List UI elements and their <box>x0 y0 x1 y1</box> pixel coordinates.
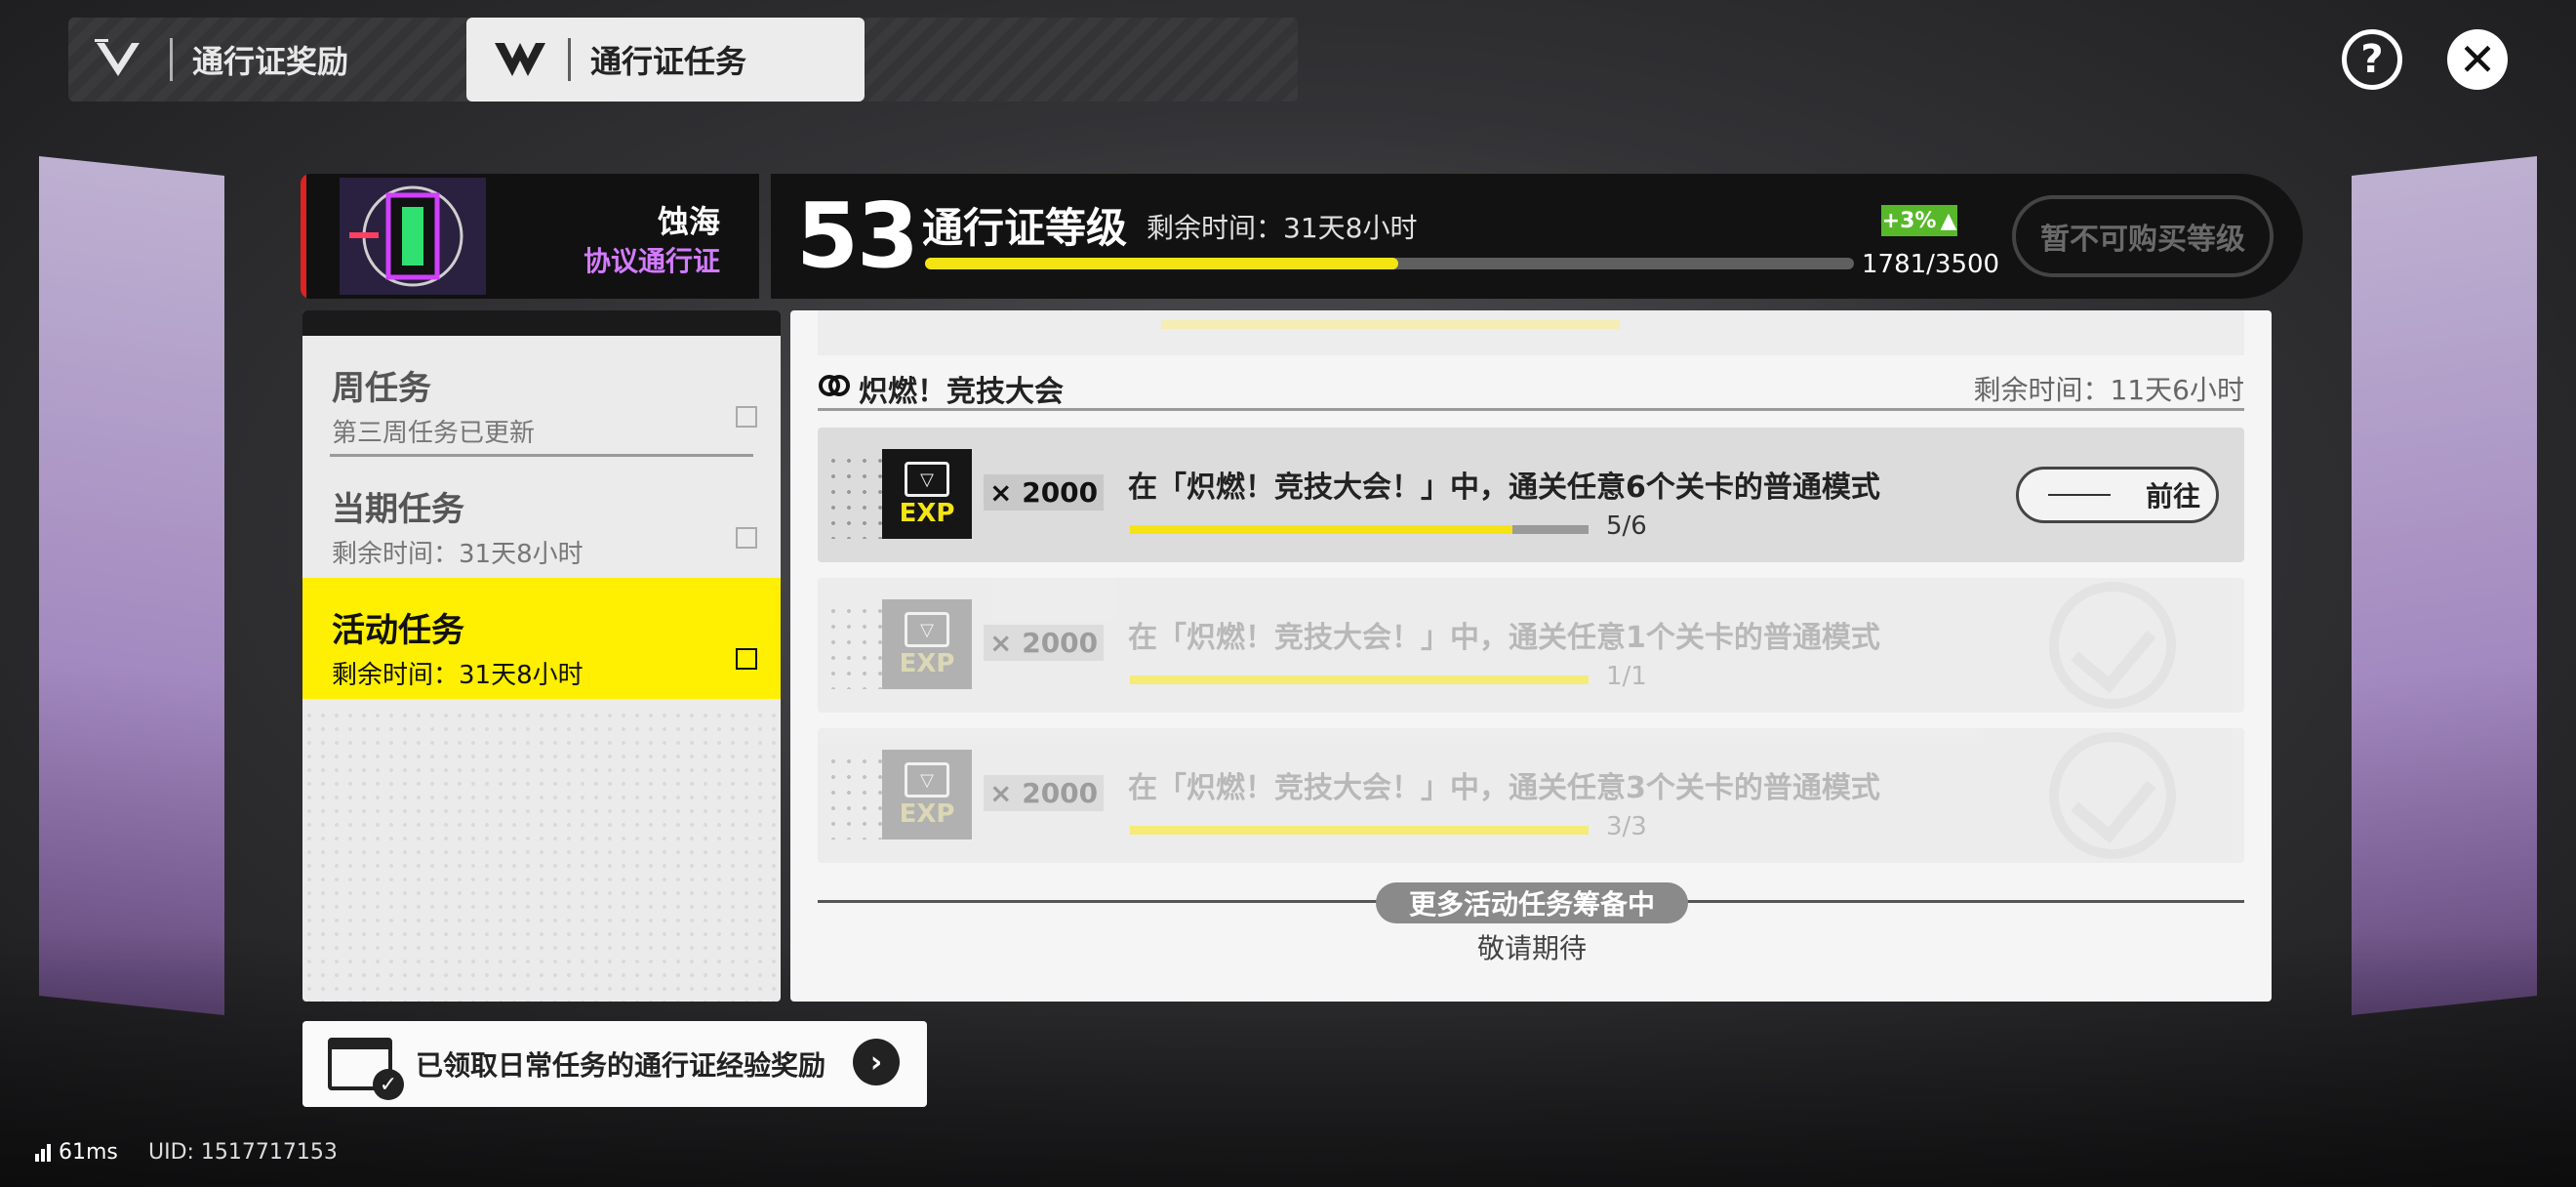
category-title: 活动任务 <box>332 611 464 650</box>
reward-quantity: × 2000 <box>984 474 1105 511</box>
category-current-period[interactable]: 当期任务 剩余时间：31天8小时 <box>302 457 781 578</box>
tab-label: 通行证奖励 <box>192 43 349 80</box>
mission-description: 在「炽燃！竞技大会！」中，通关任意1个关卡的普通模式 <box>1128 621 1880 655</box>
category-panel-dot-pattern <box>302 709 781 1002</box>
category-event[interactable]: 活动任务 剩余时间：31天8小时 <box>302 578 781 699</box>
mission-row: ▽ EXP × 2000 在「炽燃！竞技大会！」中，通关任意6个关卡的普通模式 … <box>818 428 2244 562</box>
category-subtitle: 剩余时间：31天8小时 <box>332 661 584 690</box>
daily-reward-text: 已领取日常任务的通行证经验奖励 <box>416 1049 826 1082</box>
mission-row: ▽ EXP × 2000 在「炽燃！竞技大会！」中，通关任意1个关卡的普通模式 … <box>818 578 2244 713</box>
daily-reward-notice[interactable]: 已领取日常任务的通行证经验奖励 › <box>302 1021 927 1107</box>
mission-progress-bar <box>1130 525 1589 534</box>
pass-logo-icon <box>88 32 156 87</box>
mission-list-panel[interactable]: 炽燃！竞技大会 剩余时间：11天6小时 ▽ EXP × 2000 在「炽燃！竞技… <box>790 310 2272 1002</box>
tab-label: 通行证任务 <box>590 43 747 80</box>
chevron-right-icon[interactable]: › <box>853 1039 900 1085</box>
event-remaining-time: 剩余时间：11天6小时 <box>1973 374 2244 406</box>
pass-type: 协议通行证 <box>583 245 720 277</box>
mission-row: ▽ EXP × 2000 在「炽燃！竞技大会！」中，通关任意3个关卡的普通模式 … <box>818 728 2244 863</box>
event-title: 炽燃！竞技大会 <box>859 375 1064 409</box>
pass-remaining-time: 剩余时间：31天8小时 <box>1147 212 1418 244</box>
pass-level-bar: 53 通行证等级 剩余时间：31天8小时 +3% ▲ 1781/3500 暂不可… <box>771 174 2303 299</box>
calendar-check-icon <box>328 1038 404 1100</box>
exp-bonus-badge: +3% ▲ <box>1881 205 1957 236</box>
buy-level-button[interactable]: 暂不可购买等级 <box>2012 195 2274 277</box>
pass-badge-icon: ▽ <box>905 762 949 798</box>
close-icon: ✕ <box>2458 33 2497 86</box>
completed-check-icon <box>2049 732 2176 859</box>
exp-reward-icon: ▽ EXP <box>882 599 972 689</box>
arrow-left-right-icon <box>2048 494 2111 496</box>
mission-progress-fill <box>1130 525 1512 534</box>
goto-button[interactable]: 前往 <box>2016 467 2219 523</box>
exp-reward-icon: ▽ EXP <box>882 750 972 839</box>
category-title: 当期任务 <box>332 490 464 529</box>
pass-emblem-icon <box>340 178 486 295</box>
pass-name: 蚀海 <box>657 203 720 240</box>
mission-progress-text: 3/3 <box>1606 812 1647 841</box>
reward-quantity: × 2000 <box>984 625 1105 661</box>
category-corner-icon <box>736 406 757 428</box>
exp-label: EXP <box>899 499 955 528</box>
category-weekly[interactable]: 周任务 第三周任务已更新 <box>302 336 781 457</box>
category-corner-icon <box>736 648 757 670</box>
tab-separator <box>568 38 571 81</box>
mission-progress-fill <box>1130 826 1589 835</box>
completed-check-icon <box>2049 582 2176 709</box>
tab-pass-rewards[interactable]: 通行证奖励 <box>68 18 459 102</box>
mission-description: 在「炽燃！竞技大会！」中，通关任意6个关卡的普通模式 <box>1128 471 1880 505</box>
category-subtitle: 剩余时间：31天8小时 <box>332 540 584 569</box>
mission-progress-fill <box>1130 675 1589 684</box>
signal-icon <box>35 1143 51 1162</box>
bonus-text: +3% <box>1881 208 1937 233</box>
user-uid: UID: 1517717153 <box>148 1140 338 1165</box>
network-ping: 61ms <box>35 1140 118 1165</box>
pass-level-title: 通行证等级 <box>922 204 1128 252</box>
background-pillar-right <box>2352 156 2537 1015</box>
partial-mission-row <box>818 310 2244 355</box>
event-logo-icon <box>818 369 851 402</box>
bonus-up-icon: ▲ <box>1940 208 1957 233</box>
mission-progress-text: 5/6 <box>1606 512 1647 541</box>
category-title: 周任务 <box>332 369 431 408</box>
close-button[interactable]: ✕ <box>2447 29 2508 90</box>
pass-card: 蚀海 协议通行证 <box>301 174 759 299</box>
more-missions-label: 更多活动任务筹备中 <box>1376 882 1688 923</box>
pass-exp-fill <box>925 258 1398 269</box>
top-tab-bar: 通行证奖励 通行证任务 <box>68 18 1298 102</box>
mission-category-panel: 周任务 第三周任务已更新 当期任务 剩余时间：31天8小时 活动任务 剩余时间：… <box>302 310 781 1002</box>
tab-pass-quests[interactable]: 通行证任务 <box>466 18 865 102</box>
reward-quantity: × 2000 <box>984 775 1105 811</box>
pass-badge-icon: ▽ <box>905 462 949 497</box>
exp-reward-icon: ▽ EXP <box>882 449 972 539</box>
pass-logo-icon <box>486 32 554 87</box>
more-missions-sub: 敬请期待 <box>1476 932 1587 964</box>
goto-label: 前往 <box>2146 480 2201 512</box>
pass-card-stripe <box>301 174 306 299</box>
help-button[interactable]: ? <box>2342 29 2402 90</box>
background-pillar-left <box>39 156 224 1015</box>
exp-label: EXP <box>899 649 955 678</box>
category-subtitle: 第三周任务已更新 <box>332 419 536 448</box>
pass-exp-progress <box>925 258 1854 269</box>
question-icon: ? <box>2360 37 2384 82</box>
pass-exp-text: 1781/3500 <box>1862 250 2000 279</box>
exp-label: EXP <box>899 799 955 829</box>
pass-level-number: 53 <box>796 184 919 288</box>
mission-description: 在「炽燃！竞技大会！」中，通关任意3个关卡的普通模式 <box>1128 771 1880 805</box>
category-corner-icon <box>736 527 757 549</box>
event-header: 炽燃！竞技大会 剩余时间：11天6小时 <box>818 365 2244 411</box>
mission-progress-bar <box>1130 826 1589 835</box>
mission-progress-bar <box>1130 675 1589 684</box>
pass-badge-icon: ▽ <box>905 612 949 647</box>
ping-value: 61ms <box>59 1140 118 1165</box>
category-header-strip <box>302 310 781 336</box>
tab-separator <box>170 38 173 81</box>
mission-progress-text: 1/1 <box>1606 662 1647 691</box>
